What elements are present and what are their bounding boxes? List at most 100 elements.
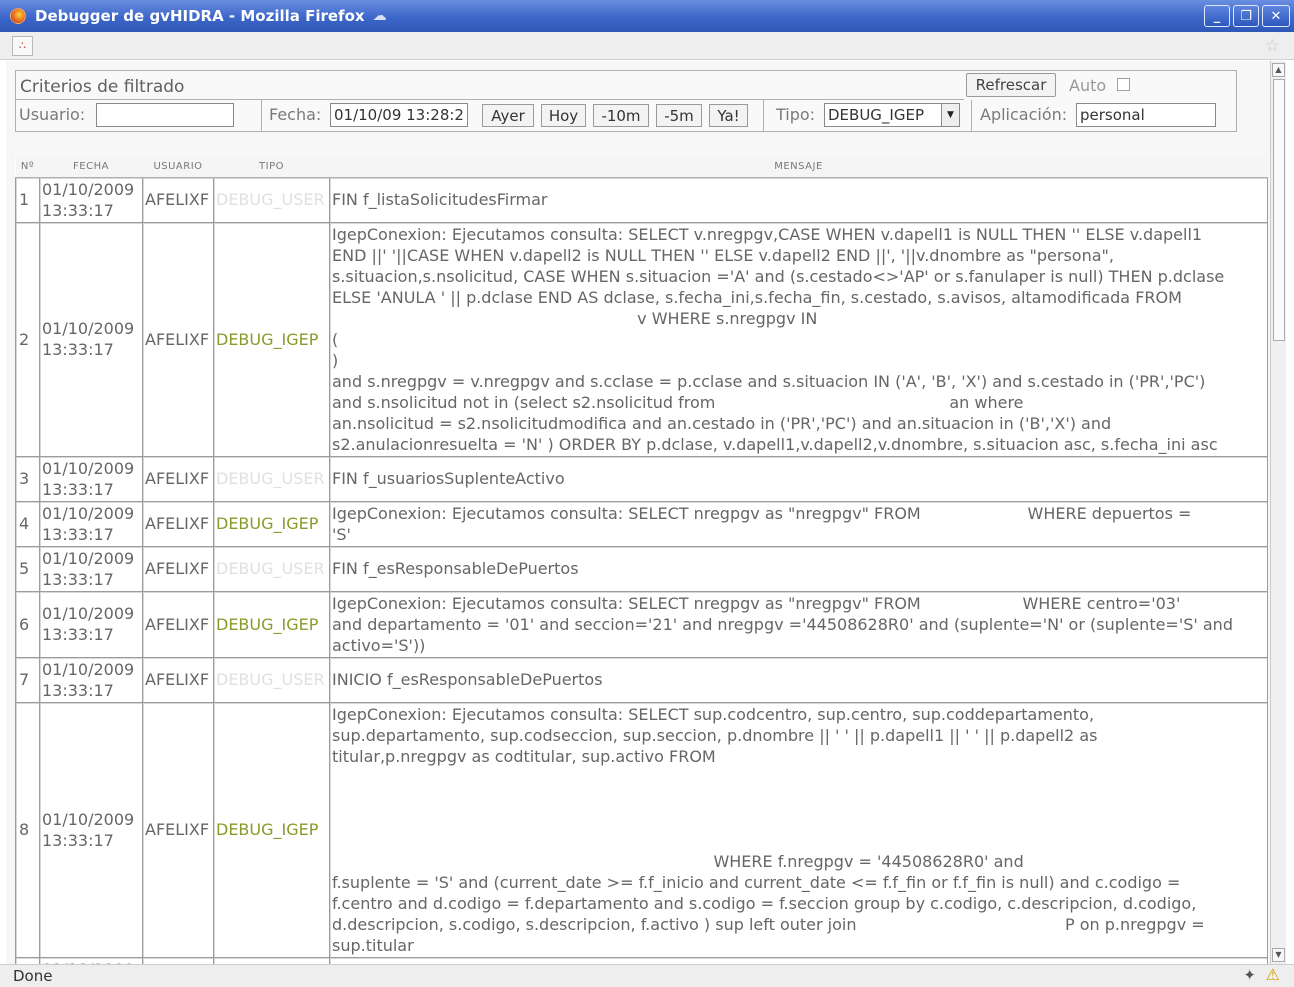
cell-tipo: DEBUG_IGEP (213, 500, 330, 547)
fecha-label: Fecha: (269, 105, 322, 124)
cell-mensaje: IgepConexion: Ejecutamos consulta: SELEC… (329, 500, 1268, 547)
usuario-input[interactable] (96, 103, 234, 127)
header-tipo: TIPO (213, 157, 330, 178)
table-row: 901/10/2009 13:33:17AFELIXFDEBUG_USERFIN… (15, 956, 1268, 964)
log-table-body: 1 01/10/2009 13:33:17 AFELIXF DEBUG_USER FIN… (15, 176, 1268, 964)
cell-fecha: 01/10/2009 13:33:17 (39, 455, 143, 502)
table-row: 5 01/10/2009 13:33:17 AFELIXF DEBUG_USER FIN… (15, 545, 1268, 592)
window-title: Debugger de gvHIDRA - Mozilla Firefox (35, 7, 365, 25)
cell-mensaje: FIN f_listaGruposFirmaSuplente (329, 956, 1268, 964)
warning-icon[interactable]: ⚠ (1266, 965, 1280, 984)
filter-title: Criterios de filtrado (20, 77, 185, 97)
cell-usuario: AFELIXF (142, 455, 214, 502)
status-text: Done (13, 967, 53, 985)
cell-num: 2 (15, 221, 40, 457)
cell-tipo: DEBUG_USER (213, 176, 330, 223)
table-row: 6 01/10/2009 13:33:17 AFELIXF DEBUG_IGEP Ige… (15, 590, 1268, 658)
cell-num: 4 (15, 500, 40, 547)
tipo-label: Tipo: (776, 105, 816, 124)
table-row: 2 01/10/2009 13:33:17 AFELIXF DEBUG_IGEP Ige… (15, 221, 1268, 457)
cell-tipo: DEBUG_USER (213, 545, 330, 592)
filter-separator (763, 100, 764, 132)
aplicacion-label: Aplicación: (980, 105, 1068, 124)
table-row: 1 01/10/2009 13:33:17 AFELIXF DEBUG_USER FIN… (15, 176, 1268, 223)
dropdown-arrow-icon[interactable]: ▼ (941, 104, 959, 126)
cell-tipo: DEBUG_USER (213, 455, 330, 502)
table-row: 7 01/10/2009 13:33:17 AFELIXF DEBUG_USER INI… (15, 656, 1268, 703)
cell-num: 6 (15, 590, 40, 658)
cell-mensaje: IgepConexion: Ejecutamos consulta: SELEC… (329, 701, 1268, 958)
table-row: 3 01/10/2009 13:33:17 AFELIXF DEBUG_USER FIN… (15, 455, 1268, 502)
cell-num: 8 (15, 701, 40, 958)
cell-usuario: AFELIXF (142, 590, 214, 658)
cell-usuario: AFELIXF (142, 221, 214, 457)
auto-label: Auto (1069, 76, 1107, 95)
filter-divider (16, 99, 964, 100)
page-content: Criterios de filtrado Refrescar Auto Usu… (6, 61, 1270, 964)
cell-tipo: DEBUG_USER (213, 956, 330, 964)
tipo-select-value: DEBUG_IGEP (828, 106, 924, 124)
cell-usuario: AFELIXF (142, 701, 214, 958)
bookmark-star-icon[interactable]: ☆ (1265, 36, 1280, 56)
cell-num: 3 (15, 455, 40, 502)
scroll-down-icon[interactable]: ▼ (1272, 948, 1285, 962)
cell-fecha: 01/10/2009 13:33:17 (39, 701, 143, 958)
table-row: 8 01/10/2009 13:33:17 AFELIXF DEBUG_IGEP Ige… (15, 701, 1268, 958)
header-fecha: FECHA (39, 157, 143, 178)
cell-tipo: DEBUG_USER (213, 656, 330, 703)
hoy-button[interactable]: Hoy (541, 104, 586, 127)
tipo-select[interactable]: DEBUG_IGEP ▼ (824, 103, 960, 127)
cell-mensaje: FIN f_usuariosSuplenteActivo (329, 455, 1268, 502)
minus-10m-button[interactable]: -10m (593, 104, 649, 127)
cell-usuario: AFELIXF (142, 176, 214, 223)
auto-checkbox[interactable] (1117, 78, 1130, 91)
aplicacion-input[interactable] (1076, 103, 1216, 127)
cell-fecha: 01/10/2009 13:33:17 (39, 656, 143, 703)
cell-fecha: 01/10/2009 13:33:17 (39, 500, 143, 547)
cell-mensaje: FIN f_listaSolicitudesFirmar (329, 176, 1268, 223)
cell-usuario: AFELIXF (142, 545, 214, 592)
ya-button[interactable]: Ya! (709, 104, 748, 127)
header-num: Nº (15, 157, 40, 178)
header-mensaje: MENSAJE (329, 157, 1268, 178)
filter-separator (971, 100, 972, 132)
cell-mensaje: IgepConexion: Ejecutamos consulta: SELEC… (329, 590, 1268, 658)
fecha-input[interactable] (330, 103, 468, 127)
cell-num: 9 (15, 956, 40, 964)
cell-fecha: 01/10/2009 13:33:17 (39, 956, 143, 964)
ayer-button[interactable]: Ayer (482, 104, 534, 127)
cell-usuario: AFELIXF (142, 956, 214, 964)
table-row: 4 01/10/2009 13:33:17 AFELIXF DEBUG_IGEP Ige… (15, 500, 1268, 547)
cell-usuario: AFELIXF (142, 500, 214, 547)
cell-fecha: 01/10/2009 13:33:17 (39, 176, 143, 223)
addon-icon[interactable]: ✦ (1243, 966, 1256, 984)
vertical-scrollbar[interactable]: ▲ ▼ (1270, 61, 1286, 964)
busy-icon: ☁ (372, 8, 387, 24)
minus-5m-button[interactable]: -5m (656, 104, 702, 127)
cell-mensaje: FIN f_esResponsableDePuertos (329, 545, 1268, 592)
maximize-button[interactable]: ❐ (1233, 5, 1259, 27)
filter-separator (261, 100, 262, 132)
window-controls: _ ❐ ✕ (1204, 5, 1290, 27)
cell-fecha: 01/10/2009 13:33:17 (39, 590, 143, 658)
status-bar: Done ✦ ⚠ (0, 964, 1294, 987)
page-info-icon[interactable]: ∴ (12, 36, 33, 56)
cell-num: 1 (15, 176, 40, 223)
cell-tipo: DEBUG_IGEP (213, 701, 330, 958)
scroll-up-icon[interactable]: ▲ (1272, 63, 1285, 77)
cell-fecha: 01/10/2009 13:33:17 (39, 221, 143, 457)
cell-usuario: AFELIXF (142, 656, 214, 703)
cell-num: 5 (15, 545, 40, 592)
scrollbar-thumb[interactable] (1273, 79, 1285, 341)
table-header-row: Nº FECHA USUARIO TIPO MENSAJE (15, 157, 1268, 178)
cell-num: 7 (15, 656, 40, 703)
firefox-icon (10, 8, 26, 24)
minimize-button[interactable]: _ (1204, 5, 1230, 27)
header-usuario: USUARIO (142, 157, 214, 178)
cell-mensaje: IgepConexion: Ejecutamos consulta: SELEC… (329, 221, 1268, 457)
close-button[interactable]: ✕ (1262, 5, 1290, 27)
cell-fecha: 01/10/2009 13:33:17 (39, 545, 143, 592)
window-titlebar: Debugger de gvHIDRA - Mozilla Firefox ☁ … (0, 0, 1294, 32)
filter-panel: Criterios de filtrado Refrescar Auto Usu… (15, 70, 1237, 132)
refresh-button[interactable]: Refrescar (966, 73, 1056, 97)
